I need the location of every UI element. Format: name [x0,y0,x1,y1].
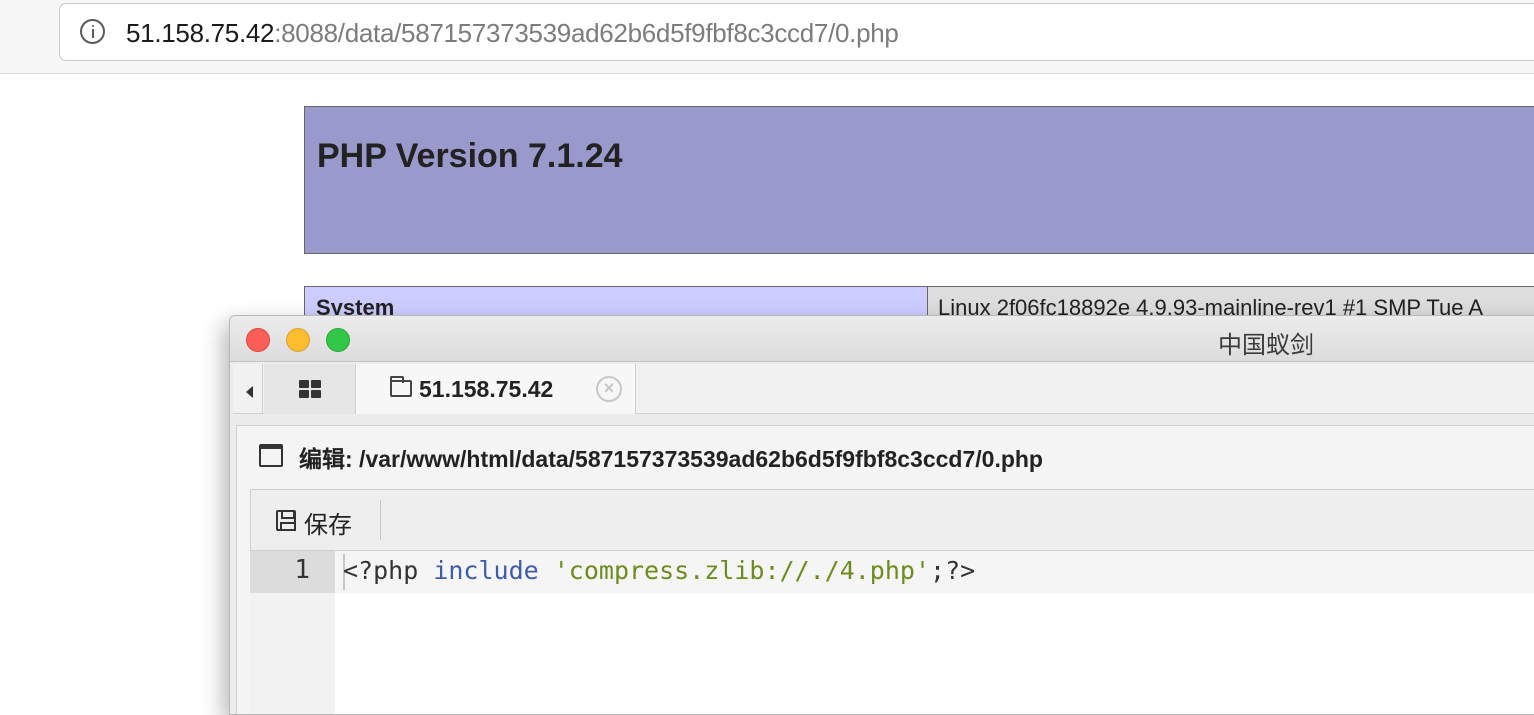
window-titlebar[interactable]: 中国蚁剑 [230,316,1534,362]
tab-bar: 51.158.75.42 × [233,364,1534,414]
editor-toolbar: 保存 [250,489,1534,551]
antsword-window: 中国蚁剑 51.158.75.42 × 编辑: /var/www/html/da… [229,315,1534,715]
code-close-tag: ;?> [930,556,976,585]
line-number: 1 [294,555,310,585]
info-icon[interactable] [80,19,105,44]
url-text[interactable]: 51.158.75.42:8088/data/587157373539ad62b… [126,17,899,49]
minimize-window-button[interactable] [286,328,310,352]
window-title: 中国蚁剑 [1218,332,1314,359]
save-button[interactable]: 保存 [261,500,377,540]
window-icon [259,444,283,467]
code-string: 'compress.zlib://./4.php' [553,556,931,585]
editor-title: 编辑: /var/www/html/data/587157373539ad62b… [299,446,1043,472]
folder-icon [390,376,412,397]
code-keyword: include [433,556,539,585]
url-path: :8088/data/587157373539ad62b6d5f9fbf8c3c… [274,18,899,48]
editor-header: 编辑: /var/www/html/data/587157373539ad62b… [237,426,1534,482]
save-icon [276,510,296,531]
close-window-button[interactable] [246,328,270,352]
code-open-tag: <?php [343,556,434,585]
toolbar-divider [380,500,381,540]
phpinfo-header: PHP Version 7.1.24 [304,106,1534,254]
editor-panel: 编辑: /var/www/html/data/587157373539ad62b… [236,425,1534,714]
zoom-window-button[interactable] [326,328,350,352]
save-label: 保存 [304,512,352,539]
page-title: PHP Version 7.1.24 [317,137,623,175]
tab-host-label: 51.158.75.42 [419,376,554,402]
code-editor[interactable]: 1 <?php include 'compress.zlib://./4.php… [250,551,1534,714]
chevron-left-icon[interactable] [237,364,263,414]
url-host: 51.158.75.42 [126,18,275,48]
code-line[interactable]: <?php include 'compress.zlib://./4.php';… [343,556,975,585]
browser-toolbar: 51.158.75.42:8088/data/587157373539ad62b… [0,0,1534,74]
tab-host[interactable]: 51.158.75.42 × [356,364,636,414]
grid-icon [299,380,321,398]
close-icon[interactable]: × [596,376,622,402]
tab-home[interactable] [264,364,356,414]
